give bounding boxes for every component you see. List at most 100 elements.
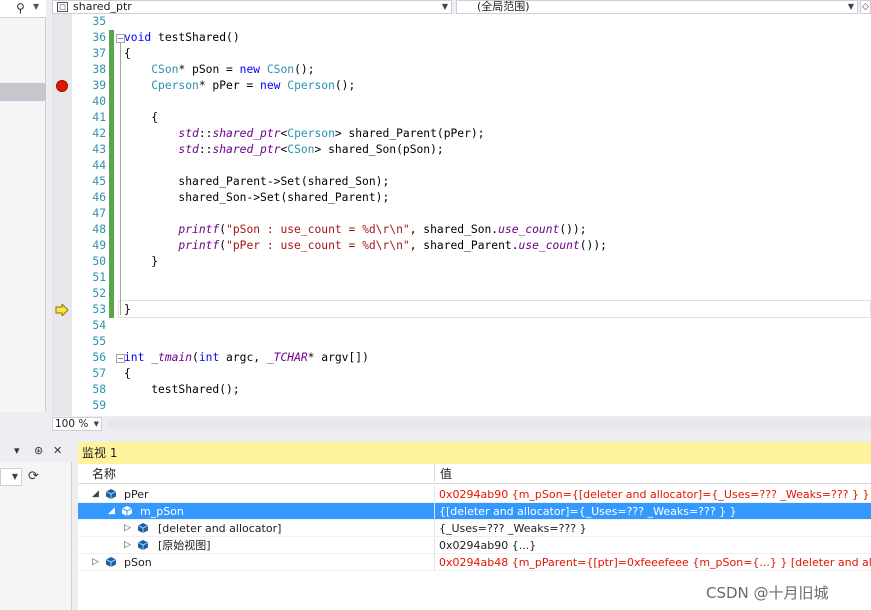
code-line[interactable]: 54 bbox=[52, 318, 871, 334]
class-combo[interactable]: □ shared_ptr ▼ bbox=[52, 0, 452, 14]
code-line[interactable]: 37 { bbox=[52, 46, 871, 62]
code-line[interactable]: 51 bbox=[52, 270, 871, 286]
code-editor[interactable]: 35 36 void testShared() 37 {38 CSon* pSon = … bbox=[52, 14, 871, 416]
code-text[interactable]: std::shared_ptr<Cperson> shared_Parent(p… bbox=[124, 126, 484, 142]
solution-panel: ⚲ ▼ bbox=[0, 0, 46, 412]
search-icon[interactable]: ⚲ bbox=[16, 1, 25, 15]
code-text[interactable]: Cperson* pPer = new Cperson(); bbox=[124, 78, 355, 94]
watch-value[interactable]: {_Uses=??? _Weaks=??? } bbox=[439, 520, 871, 537]
watch-value[interactable]: {[deleter and allocator]={_Uses=??? _Wea… bbox=[439, 503, 871, 520]
code-text[interactable]: std::shared_ptr<CSon> shared_Son(pSon); bbox=[124, 142, 443, 158]
code-line[interactable]: 46 shared_Son->Set(shared_Parent); bbox=[52, 190, 871, 206]
pane-splitter[interactable] bbox=[0, 432, 871, 442]
code-line[interactable]: 38 CSon* pSon = new CSon(); bbox=[52, 62, 871, 78]
code-line[interactable]: 57 { bbox=[52, 366, 871, 382]
code-text[interactable]: printf("pPer : use_count = %d\r\n", shar… bbox=[124, 238, 607, 254]
member-icon: ◇ bbox=[862, 2, 869, 12]
watch-value[interactable]: 0x0294ab48 {m_pParent={[ptr]=0xfeeefeee … bbox=[439, 554, 871, 571]
zoom-combo[interactable]: 100 % ▼ bbox=[52, 417, 102, 431]
collapse-arrow-icon[interactable]: ◢ bbox=[92, 486, 99, 503]
code-line[interactable]: 40 bbox=[52, 94, 871, 110]
outline-toggle-icon[interactable]: − bbox=[116, 354, 125, 363]
line-number: 49 bbox=[92, 239, 106, 252]
outline-toggle-icon[interactable]: − bbox=[116, 34, 125, 43]
code-line[interactable]: 58 testShared(); bbox=[52, 382, 871, 398]
watch-row[interactable]: ◢ m_pSon {[deleter and allocator]={_Uses=?… bbox=[78, 503, 871, 520]
watch-name[interactable]: [deleter and allocator] bbox=[158, 520, 281, 537]
object-icon bbox=[106, 489, 116, 499]
watch-value[interactable]: 0x0294ab90 {m_pSon={[deleter and allocat… bbox=[439, 486, 871, 503]
breakpoint-icon[interactable] bbox=[56, 80, 68, 92]
code-text[interactable]: } bbox=[124, 302, 131, 318]
expand-arrow-icon[interactable]: ▷ bbox=[124, 537, 131, 554]
code-line[interactable]: 35 bbox=[52, 14, 871, 30]
chevron-down-icon[interactable]: ▼ bbox=[33, 2, 39, 11]
code-text[interactable]: { bbox=[124, 46, 131, 62]
expand-arrow-icon[interactable]: ▷ bbox=[92, 554, 99, 571]
expand-arrow-icon[interactable]: ▷ bbox=[124, 520, 131, 537]
member-combo[interactable]: ◇ bbox=[860, 0, 871, 14]
column-separator bbox=[434, 537, 435, 554]
code-text[interactable]: void testShared() bbox=[124, 30, 240, 46]
watch-header: 名称 值 bbox=[78, 464, 871, 484]
watch-name[interactable]: pPer bbox=[124, 486, 149, 503]
code-line[interactable]: 36 void testShared() bbox=[52, 30, 871, 46]
code-text[interactable]: printf("pSon : use_count = %d\r\n", shar… bbox=[124, 222, 586, 238]
instruction-pointer-icon[interactable] bbox=[55, 304, 69, 316]
line-number: 37 bbox=[92, 47, 106, 60]
code-text[interactable]: testShared(); bbox=[124, 382, 239, 398]
code-line[interactable]: 39 Cperson* pPer = new Cperson(); bbox=[52, 78, 871, 94]
code-line[interactable]: 45 shared_Parent->Set(shared_Son); bbox=[52, 174, 871, 190]
watch-row[interactable]: ▷ [原始视图] 0x0294ab90 {...} bbox=[78, 537, 871, 554]
change-indicator bbox=[109, 46, 114, 62]
code-text[interactable]: shared_Parent->Set(shared_Son); bbox=[124, 174, 389, 190]
refresh-icon[interactable]: ⟳ bbox=[28, 469, 44, 485]
chevron-down-icon[interactable]: ▼ bbox=[442, 1, 448, 13]
watch-row[interactable]: ◢ pPer 0x0294ab90 {m_pSon={[deleter and al… bbox=[78, 486, 871, 503]
watch-title[interactable]: 监视 1 bbox=[78, 442, 871, 464]
code-line[interactable]: 47 bbox=[52, 206, 871, 222]
code-text[interactable]: { bbox=[124, 366, 131, 382]
code-text[interactable]: { bbox=[124, 110, 158, 126]
pin-icon[interactable]: ⊛ bbox=[34, 444, 43, 457]
code-text[interactable]: } bbox=[124, 254, 158, 270]
code-line[interactable]: 55 bbox=[52, 334, 871, 350]
panel-search-box[interactable]: ⚲ ▼ bbox=[0, 0, 46, 18]
code-line[interactable]: 43 std::shared_ptr<CSon> shared_Son(pSon… bbox=[52, 142, 871, 158]
chevron-down-icon[interactable]: ▼ bbox=[94, 418, 99, 430]
column-header-name[interactable]: 名称 bbox=[92, 464, 116, 484]
collapse-arrow-icon[interactable]: ◢ bbox=[108, 503, 115, 520]
change-indicator bbox=[109, 30, 114, 46]
code-line[interactable]: 44 bbox=[52, 158, 871, 174]
code-line[interactable]: 49 printf("pPer : use_count = %d\r\n", s… bbox=[52, 238, 871, 254]
column-separator[interactable] bbox=[434, 464, 435, 484]
code-line[interactable]: 50 } bbox=[52, 254, 871, 270]
horizontal-scrollbar[interactable] bbox=[108, 419, 871, 429]
code-text[interactable]: int _tmain(int argc, _TCHAR* argv[]) bbox=[124, 350, 369, 366]
change-indicator bbox=[109, 238, 114, 254]
watch-name[interactable]: pSon bbox=[124, 554, 152, 571]
object-icon bbox=[106, 557, 116, 567]
dropdown-icon[interactable]: ▾ bbox=[14, 444, 20, 457]
code-line[interactable]: 41 { bbox=[52, 110, 871, 126]
scope-combo[interactable]: (全局范围) ▼ bbox=[456, 0, 858, 14]
code-line[interactable]: 42 std::shared_ptr<Cperson> shared_Paren… bbox=[52, 126, 871, 142]
code-line[interactable]: 48 printf("pSon : use_count = %d\r\n", s… bbox=[52, 222, 871, 238]
watch-name[interactable]: [原始视图] bbox=[158, 537, 211, 554]
chevron-down-icon[interactable]: ▼ bbox=[848, 1, 854, 13]
code-line[interactable]: 56 int _tmain(int argc, _TCHAR* argv[]) bbox=[52, 350, 871, 366]
panel-selected-item[interactable] bbox=[0, 83, 46, 101]
tool-window-combo[interactable]: ▼ bbox=[0, 468, 22, 486]
column-header-value[interactable]: 值 bbox=[440, 464, 452, 484]
code-line[interactable]: 52 bbox=[52, 286, 871, 302]
code-line[interactable]: 53} bbox=[52, 302, 871, 318]
code-text[interactable]: CSon* pSon = new CSon(); bbox=[124, 62, 314, 78]
code-line[interactable]: 59 bbox=[52, 398, 871, 414]
code-text[interactable]: shared_Son->Set(shared_Parent); bbox=[124, 190, 389, 206]
line-number: 56 bbox=[92, 351, 106, 364]
close-icon[interactable]: ✕ bbox=[53, 444, 62, 457]
watch-name[interactable]: m_pSon bbox=[140, 503, 184, 520]
watch-row[interactable]: ▷ [deleter and allocator] {_Uses=??? _Weak… bbox=[78, 520, 871, 537]
watch-row[interactable]: ▷ pSon 0x0294ab48 {m_pParent={[ptr]=0xfeee… bbox=[78, 554, 871, 571]
watch-value[interactable]: 0x0294ab90 {...} bbox=[439, 537, 871, 554]
